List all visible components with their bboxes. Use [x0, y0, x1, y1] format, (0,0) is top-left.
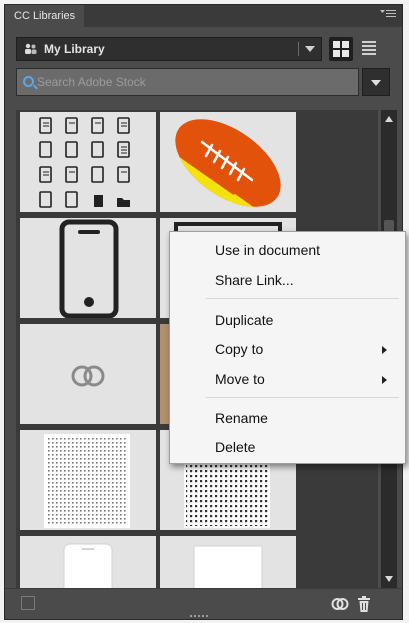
chevron-down-icon: [305, 46, 315, 52]
flyout-menu-icon[interactable]: [380, 9, 396, 21]
mockup-graphic: [193, 545, 263, 588]
menu-item-rename[interactable]: Rename: [171, 404, 404, 432]
trash-icon[interactable]: [356, 595, 372, 613]
chevron-down-icon: [371, 80, 381, 86]
submenu-arrow-icon: [382, 376, 387, 384]
stock-search-field: [16, 68, 359, 96]
menu-item-label: Use in document: [215, 242, 321, 258]
menu-separator: [206, 298, 399, 299]
menu-separator: [206, 397, 399, 398]
submenu-arrow-icon: [382, 346, 387, 354]
menu-item-duplicate[interactable]: Duplicate: [171, 306, 404, 334]
library-dropdown[interactable]: My Library: [16, 37, 322, 61]
menu-item-label: Rename: [215, 410, 268, 426]
document-icons-graphic: [39, 117, 130, 208]
cc-sync-icon[interactable]: [330, 595, 350, 613]
panel-tab[interactable]: CC Libraries: [5, 5, 85, 27]
asset-tile-pattern-a[interactable]: [20, 430, 156, 530]
asset-tile-mockup-b[interactable]: [160, 536, 296, 588]
list-view-icon[interactable]: [360, 39, 378, 57]
user-group-icon: [24, 43, 38, 55]
panel-tab-bar: CC Libraries: [5, 5, 402, 27]
asset-tile-cc-link[interactable]: [20, 324, 156, 424]
asset-tile-document-icons[interactable]: [20, 112, 156, 212]
menu-item-move-to[interactable]: Move to: [171, 365, 404, 393]
search-icon: [23, 76, 34, 87]
menu-item-label: Copy to: [215, 341, 264, 357]
library-name: My Library: [44, 42, 105, 56]
grid-view-icon[interactable]: [329, 37, 353, 61]
asset-tile-phone[interactable]: [20, 218, 156, 318]
search-input[interactable]: [37, 69, 347, 95]
asset-tile-football[interactable]: [160, 112, 296, 212]
menu-item-label: Share Link...: [215, 272, 294, 288]
dot-pattern-graphic: [44, 434, 130, 528]
search-options-dropdown[interactable]: [362, 68, 390, 96]
menu-item-label: Delete: [215, 439, 256, 455]
asset-context-menu: Use in document Share Link... Duplicate …: [169, 231, 406, 464]
cc-link-icon: [71, 365, 105, 387]
select-checkbox[interactable]: [21, 596, 35, 610]
menu-item-share-link[interactable]: Share Link...: [171, 266, 404, 294]
resize-grip[interactable]: [190, 615, 208, 618]
scroll-down-arrow-icon[interactable]: [385, 576, 393, 582]
menu-item-delete[interactable]: Delete: [171, 433, 404, 461]
menu-item-copy-to[interactable]: Copy to: [171, 335, 404, 363]
mockup-graphic: [63, 543, 113, 588]
phone-graphic: [59, 219, 119, 318]
scroll-up-arrow-icon[interactable]: [385, 116, 393, 122]
dropdown-divider: [298, 42, 299, 56]
menu-item-label: Duplicate: [215, 312, 274, 328]
football-graphic: [160, 119, 296, 212]
menu-item-use-in-document[interactable]: Use in document: [171, 236, 404, 264]
asset-tile-mockup-a[interactable]: [20, 536, 156, 588]
menu-item-label: Move to: [215, 371, 265, 387]
